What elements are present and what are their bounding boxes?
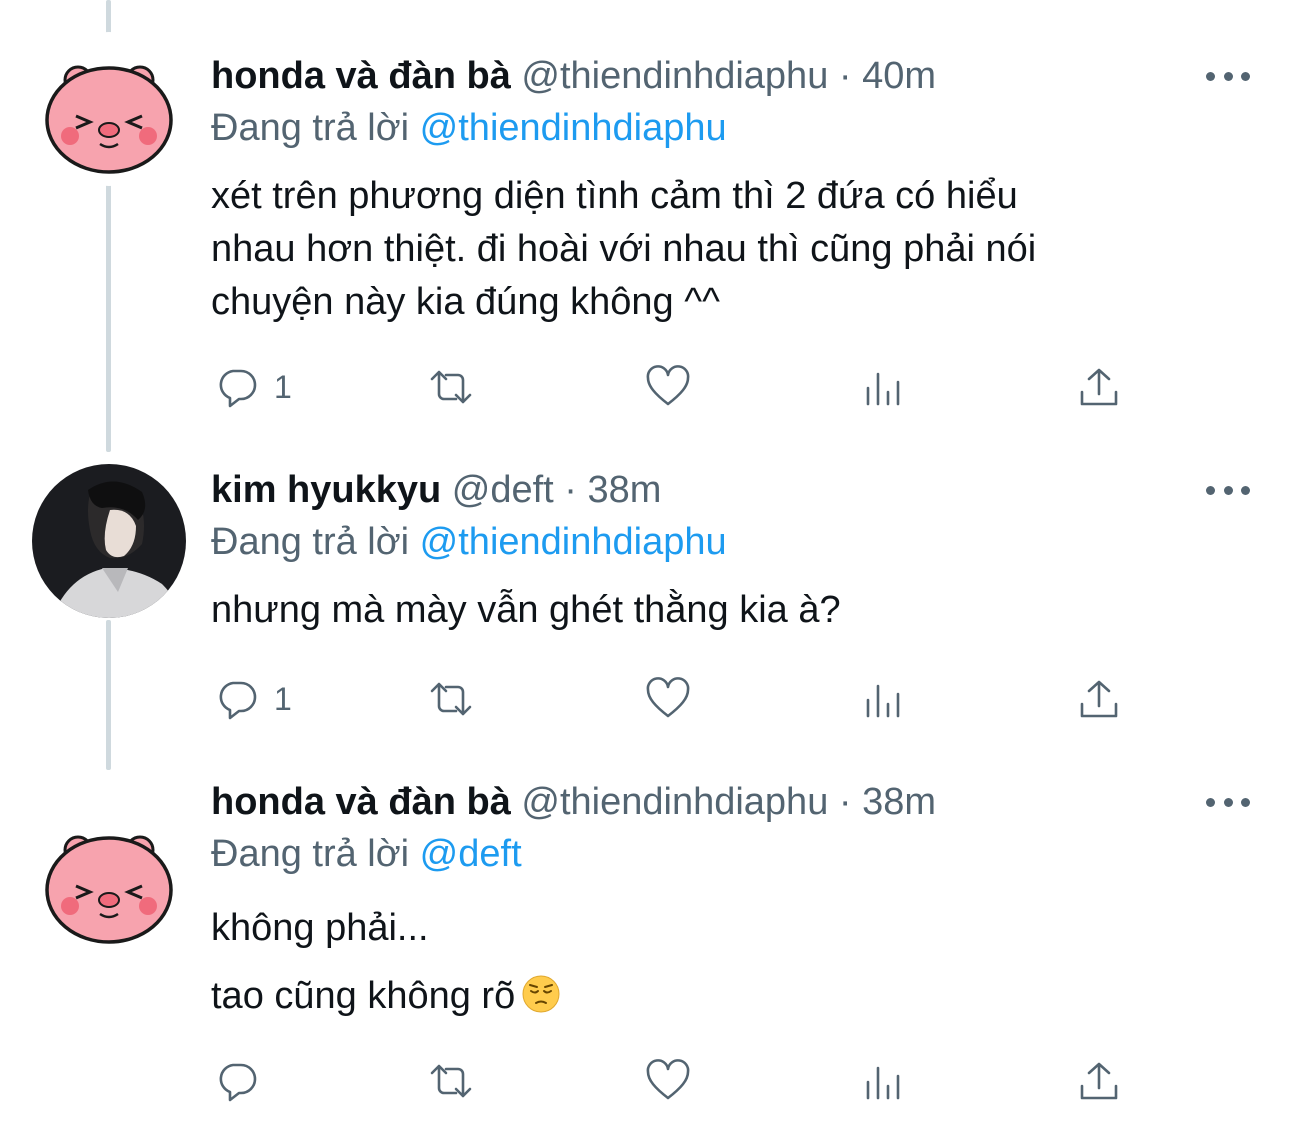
handle-and-time[interactable]: @deft · 38m — [452, 469, 662, 511]
more-icon — [1206, 71, 1215, 81]
tweet-header: kim hyukkyu @deft · 38m — [211, 468, 661, 512]
heart-icon — [646, 365, 690, 406]
reply-count: 1 — [274, 368, 292, 405]
tweet-text-line: không phải... — [211, 907, 429, 949]
tweet[interactable]: honda và đàn bà @thiendinhdiaphu · 38m Đ… — [0, 770, 1290, 1127]
retweet-icon — [430, 1064, 472, 1098]
tweet-text: nhưng mà mày vẫn ghét thằng kia à? — [211, 584, 1211, 637]
share-button[interactable] — [1076, 674, 1122, 724]
pink-bear-avatar-image — [32, 802, 186, 956]
replying-to: Đang trả lời @deft — [211, 832, 522, 876]
like-button[interactable] — [645, 362, 691, 412]
tweet-header: honda và đàn bà @thiendinhdiaphu · 38m — [211, 780, 936, 824]
tweet-text-line: nhau hơn thiệt. đi hoài với nhau thì cũn… — [211, 228, 1037, 270]
reply-icon — [219, 1063, 257, 1102]
avatar[interactable] — [32, 32, 186, 186]
avatar[interactable] — [32, 464, 186, 618]
retweet-button[interactable] — [428, 1056, 474, 1106]
avatar[interactable] — [32, 802, 186, 956]
views-button[interactable] — [862, 674, 908, 724]
tweet-text-line: chuyện này kia đúng không ^^ — [211, 281, 720, 323]
tweet-text-line: nhưng mà mày vẫn ghét thằng kia à? — [211, 589, 841, 631]
retweet-button[interactable] — [428, 362, 474, 412]
heart-icon — [646, 1059, 690, 1100]
like-button[interactable] — [645, 674, 691, 724]
tweet-header: honda và đàn bà @thiendinhdiaphu · 40m — [211, 54, 936, 98]
replying-handle-link[interactable]: @deft — [420, 833, 522, 875]
share-button[interactable] — [1076, 362, 1122, 412]
photo-avatar-image — [32, 464, 186, 618]
replying-handle-link[interactable]: @thiendinhdiaphu — [420, 521, 727, 563]
views-icon — [866, 1066, 900, 1100]
reply-button[interactable] — [214, 1056, 274, 1106]
views-button[interactable] — [862, 362, 908, 412]
replying-handle-link[interactable]: @thiendinhdiaphu — [420, 107, 727, 149]
replying-prefix: Đang trả lời — [211, 521, 410, 563]
tweet-text-line: tao cũng không rõ — [211, 975, 516, 1017]
more-button[interactable] — [1206, 64, 1250, 88]
display-name[interactable]: honda và đàn bà — [211, 55, 511, 97]
views-button[interactable] — [862, 1056, 908, 1106]
tweet[interactable]: kim hyukkyu @deft · 38m Đang trả lời @th… — [0, 440, 1290, 770]
replying-to: Đang trả lời @thiendinhdiaphu — [211, 520, 727, 564]
tweet-actions — [0, 1056, 1290, 1106]
more-icon — [1206, 797, 1215, 807]
more-icon — [1206, 485, 1215, 495]
reply-icon — [219, 369, 257, 408]
retweet-icon — [430, 682, 472, 716]
display-name[interactable]: kim hyukkyu — [211, 469, 441, 511]
tweet-actions: 1 — [0, 362, 1290, 412]
handle-and-time[interactable]: @thiendinhdiaphu · 40m — [521, 55, 936, 97]
views-icon — [866, 684, 900, 718]
like-button[interactable] — [645, 1056, 691, 1106]
reply-button[interactable]: 1 — [214, 674, 292, 724]
replying-to: Đang trả lời @thiendinhdiaphu — [211, 106, 727, 150]
share-button[interactable] — [1076, 1056, 1122, 1106]
tweet-actions: 1 — [0, 674, 1290, 724]
tweet[interactable]: honda và đàn bà @thiendinhdiaphu · 40m Đ… — [0, 0, 1290, 440]
reply-icon — [219, 681, 257, 720]
tweet-text: xét trên phương diện tình cảm thì 2 đứa … — [211, 170, 1211, 329]
tweet-text-line-with-emoji: tao cũng không rõ — [211, 962, 1211, 1030]
more-button[interactable] — [1206, 478, 1250, 502]
pensive-face-emoji — [522, 975, 560, 1013]
retweet-button[interactable] — [428, 674, 474, 724]
retweet-icon — [430, 370, 472, 404]
display-name[interactable]: honda và đàn bà — [211, 781, 511, 823]
more-button[interactable] — [1206, 790, 1250, 814]
pink-bear-avatar-image — [32, 32, 186, 186]
share-icon — [1080, 368, 1118, 406]
handle-and-time[interactable]: @thiendinhdiaphu · 38m — [521, 781, 936, 823]
tweet-text-line: xét trên phương diện tình cảm thì 2 đứa … — [211, 175, 1018, 217]
replying-prefix: Đang trả lời — [211, 107, 410, 149]
tweet-text: không phải... tao cũng không rõ — [211, 894, 1211, 1030]
replying-prefix: Đang trả lời — [211, 833, 410, 875]
views-icon — [866, 372, 900, 406]
reply-count: 1 — [274, 680, 292, 717]
share-icon — [1080, 680, 1118, 718]
heart-icon — [646, 677, 690, 718]
reply-button[interactable]: 1 — [214, 362, 292, 412]
share-icon — [1080, 1062, 1118, 1100]
